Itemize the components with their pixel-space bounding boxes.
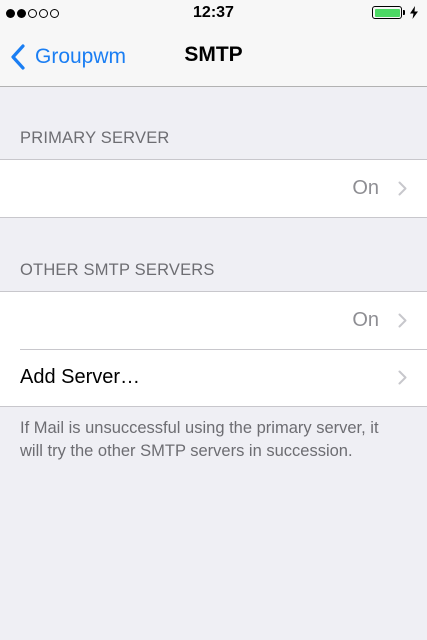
battery-icon bbox=[372, 6, 402, 19]
other-server-status: On bbox=[352, 309, 379, 331]
primary-server-header: PRIMARY SERVER bbox=[20, 129, 170, 147]
chevron-right-icon bbox=[398, 181, 407, 196]
bolt-icon bbox=[410, 6, 418, 19]
chevron-right-icon bbox=[398, 370, 407, 385]
status-bar: 12:37 bbox=[0, 0, 427, 28]
other-servers-header: OTHER SMTP SERVERS bbox=[20, 261, 215, 279]
other-servers-footer: If Mail is unsuccessful using the primar… bbox=[20, 419, 379, 460]
battery-indicator bbox=[372, 6, 419, 19]
chevron-right-icon bbox=[398, 313, 407, 328]
primary-server-group: On bbox=[0, 159, 427, 218]
primary-server-status: On bbox=[352, 177, 379, 199]
status-time: 12:37 bbox=[193, 4, 234, 21]
battery-level bbox=[374, 8, 400, 17]
primary-server-row[interactable]: On bbox=[0, 160, 427, 217]
navigation-bar: Groupwm SMTP bbox=[0, 28, 427, 87]
battery-tip bbox=[403, 10, 405, 15]
other-server-row[interactable]: On bbox=[0, 292, 427, 349]
page-title: SMTP bbox=[184, 43, 243, 66]
add-server-label: Add Server… bbox=[20, 366, 141, 388]
add-server-row[interactable]: Add Server… bbox=[0, 349, 427, 406]
other-servers-group: On Add Server… bbox=[0, 291, 427, 407]
